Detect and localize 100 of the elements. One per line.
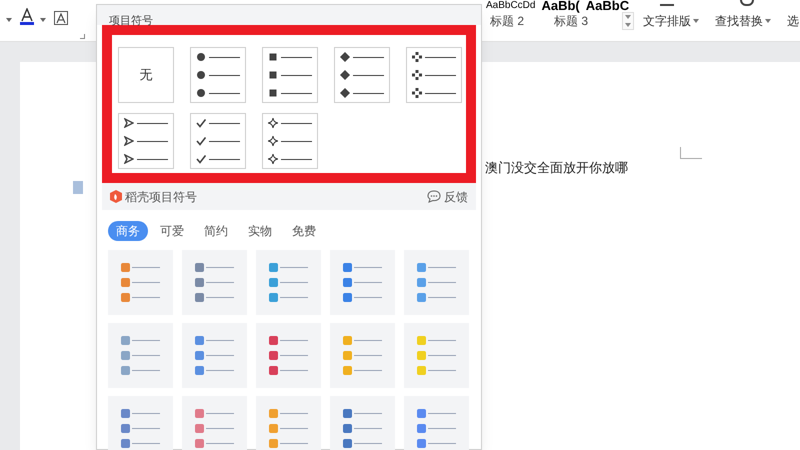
- line-icon: [281, 56, 312, 58]
- bullet-option[interactable]: [262, 113, 318, 169]
- bullet-option[interactable]: [118, 113, 174, 169]
- ribbon-button[interactable]: 查找替换: [715, 12, 771, 30]
- line-icon: [280, 428, 308, 429]
- corner-mark: [680, 147, 702, 159]
- chat-bubble-icon: [427, 190, 441, 203]
- line-icon: [425, 92, 456, 94]
- line-icon: [428, 282, 456, 283]
- line-icon: [354, 443, 382, 444]
- line-icon: [281, 158, 312, 160]
- bullet-style-option[interactable]: [108, 396, 173, 450]
- line-icon: [354, 297, 382, 298]
- character-border-icon[interactable]: [54, 11, 68, 25]
- bullet-style-option[interactable]: [108, 323, 173, 388]
- style-preview[interactable]: AaBbCcDd: [486, 0, 536, 12]
- line-icon: [354, 413, 382, 414]
- font-color-button[interactable]: [20, 8, 34, 28]
- line-icon: [354, 370, 382, 371]
- line-icon: [206, 428, 234, 429]
- line-icon: [280, 297, 308, 298]
- line-icon: [353, 92, 384, 94]
- bullet-style-option[interactable]: [404, 396, 469, 450]
- bullet-style-option[interactable]: [330, 250, 395, 315]
- style-preview[interactable]: AaBb(: [541, 0, 580, 12]
- line-icon: [428, 297, 456, 298]
- bullet-style-option[interactable]: [256, 323, 321, 388]
- bullet-style-option[interactable]: [108, 250, 173, 315]
- category-tab[interactable]: 实物: [240, 221, 280, 241]
- line-icon: [428, 428, 456, 429]
- line-icon: [428, 370, 456, 371]
- line-icon: [132, 282, 160, 283]
- line-icon: [280, 267, 308, 268]
- bullet-option[interactable]: [406, 47, 462, 103]
- document-text: 澳门没交全面放开你放哪: [485, 159, 628, 177]
- line-icon: [209, 56, 240, 58]
- line-icon: [281, 92, 312, 94]
- ribbon-button[interactable]: 文字排版: [643, 12, 699, 30]
- line-icon: [428, 413, 456, 414]
- line-icon: [354, 267, 382, 268]
- line-icon: [353, 74, 384, 76]
- document-icon: [73, 181, 83, 194]
- line-icon: [280, 340, 308, 341]
- line-icon: [428, 340, 456, 341]
- bullet-option[interactable]: [190, 113, 246, 169]
- line-icon: [137, 140, 168, 142]
- ribbon-button[interactable]: 选: [787, 12, 799, 30]
- category-tab[interactable]: 简约: [196, 221, 236, 241]
- bullet-style-option[interactable]: [404, 250, 469, 315]
- line-icon: [206, 297, 234, 298]
- bullet-style-option[interactable]: [330, 396, 395, 450]
- line-icon: [132, 370, 160, 371]
- feedback-link[interactable]: 反馈: [427, 188, 468, 206]
- line-icon: [354, 355, 382, 356]
- line-icon: [132, 267, 160, 268]
- line-icon: [280, 413, 308, 414]
- caret-icon[interactable]: [40, 18, 46, 22]
- bullet-style-option[interactable]: [256, 396, 321, 450]
- letter-a-icon: [21, 8, 33, 22]
- line-icon: [280, 282, 308, 283]
- line-icon: [280, 370, 308, 371]
- line-icon: [132, 443, 160, 444]
- line-icon: [280, 443, 308, 444]
- line-icon: [206, 355, 234, 356]
- bullet-symbol-icon: [412, 88, 422, 98]
- line-icon: [209, 158, 240, 160]
- line-icon: [206, 370, 234, 371]
- style-label[interactable]: 标题 3: [554, 12, 588, 30]
- style-label[interactable]: 标题 2: [490, 12, 524, 30]
- line-icon: [206, 340, 234, 341]
- line-icon: [281, 140, 312, 142]
- line-icon: [281, 74, 312, 76]
- line-icon: [206, 413, 234, 414]
- bullet-style-option[interactable]: [256, 250, 321, 315]
- line-icon: [209, 122, 240, 124]
- bullet-option[interactable]: [262, 47, 318, 103]
- category-tab[interactable]: 可爱: [152, 221, 192, 241]
- line-icon: [137, 158, 168, 160]
- line-icon: [132, 428, 160, 429]
- bullet-option[interactable]: [334, 47, 390, 103]
- corner-expand-icon[interactable]: [80, 34, 85, 39]
- line-icon: [354, 428, 382, 429]
- library-title[interactable]: 稻壳项目符号: [125, 188, 197, 206]
- bullet-style-option[interactable]: [182, 323, 247, 388]
- caret-icon: [765, 19, 771, 23]
- style-preview[interactable]: AaBbC: [586, 0, 630, 12]
- caret-icon[interactable]: [6, 18, 12, 22]
- scroll-arrows-icon[interactable]: [622, 12, 634, 30]
- bullet-style-option[interactable]: [182, 396, 247, 450]
- line-icon: [209, 92, 240, 94]
- line-icon: [137, 122, 168, 124]
- category-tab[interactable]: 免费: [284, 221, 324, 241]
- line-icon: [428, 267, 456, 268]
- bullet-symbol-icon: [412, 70, 422, 80]
- bullet-symbol-icon: [412, 52, 422, 62]
- bullet-option[interactable]: 无: [118, 47, 174, 103]
- line-icon: [206, 282, 234, 283]
- bullet-option[interactable]: [190, 47, 246, 103]
- bullet-style-option[interactable]: [182, 250, 247, 315]
- line-icon: [132, 413, 160, 414]
